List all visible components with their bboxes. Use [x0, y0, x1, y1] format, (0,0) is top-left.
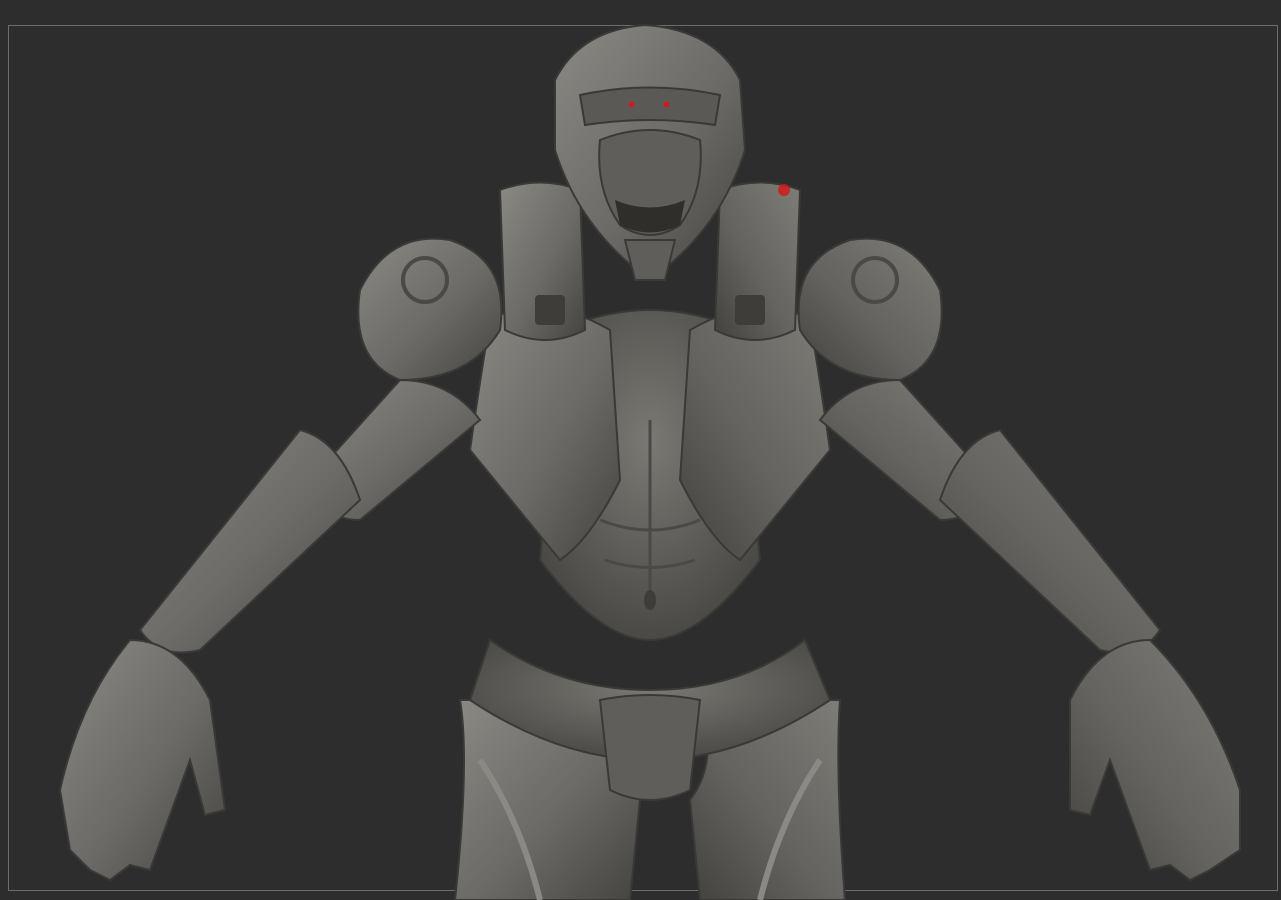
sculpted-model[interactable]	[0, 0, 1281, 900]
sculpt-viewport[interactable]	[0, 0, 1281, 900]
marker-left	[629, 102, 634, 107]
helmet	[554, 23, 747, 282]
marker-right	[664, 102, 669, 107]
brush-cursor-marker	[778, 184, 790, 196]
